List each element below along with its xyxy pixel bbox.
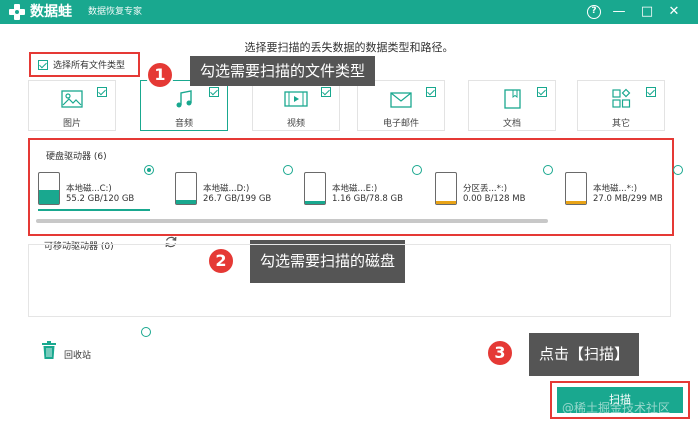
video-icon — [284, 91, 308, 107]
drive-icon — [175, 172, 197, 205]
step-badge-3: 3 — [486, 339, 514, 367]
hard-drive-item[interactable]: 本地磁...*:) 27.0 MB/299 MB — [565, 165, 683, 212]
email-icon — [390, 92, 412, 108]
recycle-bin-label: 回收站 — [64, 351, 92, 361]
checkbox-checked-icon[interactable] — [209, 87, 219, 97]
drive-radio[interactable] — [673, 165, 683, 175]
app-name: 数据蛙 — [30, 4, 72, 20]
file-type-list: 图片 音频 视频 电子邮件 文档 其它 — [28, 80, 668, 132]
drive-name: 本地磁...C:) — [66, 184, 112, 194]
checkbox-checked-icon[interactable] — [646, 87, 656, 97]
drive-size: 0.00 B/128 MB — [463, 194, 526, 204]
recycle-bin-item[interactable]: 回收站 — [41, 340, 121, 362]
hard-drive-item[interactable]: 本地磁...C:) 55.2 GB/120 GB — [38, 165, 154, 212]
callout-3: 点击【扫描】 — [529, 333, 640, 376]
checkbox-checked-icon[interactable] — [537, 87, 547, 97]
drive-usage-fill — [39, 190, 59, 204]
hard-drive-panel: 硬盘驱动器 (6) 本地磁...C:) 55.2 GB/120 GB 本地磁...D… — [28, 138, 683, 236]
title-bar: 数据蛙 数据恢复专家 ? — □ ✕ — [0, 0, 698, 24]
close-button[interactable]: ✕ — [665, 3, 683, 21]
help-button[interactable]: ? — [585, 3, 603, 21]
hard-drive-item[interactable]: 本地磁...E:) 1.16 GB/78.8 GB — [304, 165, 422, 212]
drive-radio[interactable] — [543, 165, 553, 175]
drive-usage-fill — [305, 201, 325, 204]
checkbox-checked-icon[interactable] — [426, 87, 436, 97]
hard-drive-item[interactable]: 本地磁...D:) 26.7 GB/199 GB — [175, 165, 293, 212]
checkbox-checked-icon[interactable] — [97, 87, 107, 97]
file-type-label: 视频 — [286, 119, 305, 129]
removable-drive-panel — [28, 244, 671, 317]
file-type-label: 文档 — [502, 119, 521, 129]
drive-radio[interactable] — [283, 165, 293, 175]
file-type-label: 图片 — [62, 119, 81, 129]
file-type-label: 电子邮件 — [382, 119, 419, 129]
app-logo-icon — [9, 4, 25, 20]
checkbox-checked-icon[interactable] — [321, 87, 331, 97]
file-type-video[interactable]: 视频 — [252, 80, 340, 131]
drive-name: 分区丢...*:) — [463, 184, 508, 194]
checkbox-checked-icon — [38, 59, 48, 70]
other-icon — [612, 88, 631, 108]
selected-drive-underline — [38, 209, 150, 211]
drive-name: 本地磁...*:) — [593, 184, 638, 194]
drive-usage-fill — [176, 200, 196, 204]
drive-radio[interactable] — [412, 165, 422, 175]
trash-icon — [42, 341, 56, 359]
drive-icon — [304, 172, 326, 205]
maximize-button[interactable]: □ — [638, 3, 656, 21]
drive-size: 1.16 GB/78.8 GB — [332, 194, 403, 204]
file-type-other[interactable]: 其它 — [577, 80, 665, 131]
callout-1: 勾选需要扫描的文件类型 — [190, 56, 376, 86]
drive-size: 27.0 MB/299 MB — [593, 194, 663, 204]
file-type-picture[interactable]: 图片 — [28, 80, 116, 131]
file-type-label: 其它 — [611, 119, 630, 129]
drive-usage-fill — [436, 201, 456, 204]
audio-icon — [176, 90, 192, 108]
document-icon — [504, 89, 521, 109]
recycle-bin-radio[interactable] — [141, 327, 151, 337]
drive-size: 55.2 GB/120 GB — [66, 194, 135, 204]
horizontal-scrollbar[interactable] — [36, 219, 548, 223]
drive-size: 26.7 GB/199 GB — [203, 194, 272, 204]
file-type-email[interactable]: 电子邮件 — [357, 80, 445, 131]
app-subtitle: 数据恢复专家 — [88, 7, 143, 17]
hard-drive-title: 硬盘驱动器 (6) — [46, 152, 107, 162]
drive-name: 本地磁...D:) — [203, 184, 250, 194]
drive-icon — [565, 172, 587, 205]
drive-icon — [435, 172, 457, 205]
file-type-document[interactable]: 文档 — [468, 80, 556, 131]
hard-drive-item[interactable]: 分区丢...*:) 0.00 B/128 MB — [435, 165, 553, 212]
file-type-label: 音频 — [174, 119, 193, 129]
watermark: @稀土掘金技术社区 — [562, 401, 671, 415]
drive-icon — [38, 172, 60, 205]
drive-radio[interactable] — [144, 165, 154, 175]
drive-usage-fill — [566, 201, 586, 204]
step-badge-1: 1 — [146, 61, 174, 89]
picture-icon — [61, 90, 83, 108]
select-all-checkbox[interactable]: 选择所有文件类型 — [29, 52, 140, 77]
minimize-button[interactable]: — — [610, 3, 628, 21]
help-icon: ? — [587, 5, 601, 19]
drive-name: 本地磁...E:) — [332, 184, 378, 194]
select-all-label: 选择所有文件类型 — [53, 61, 126, 71]
